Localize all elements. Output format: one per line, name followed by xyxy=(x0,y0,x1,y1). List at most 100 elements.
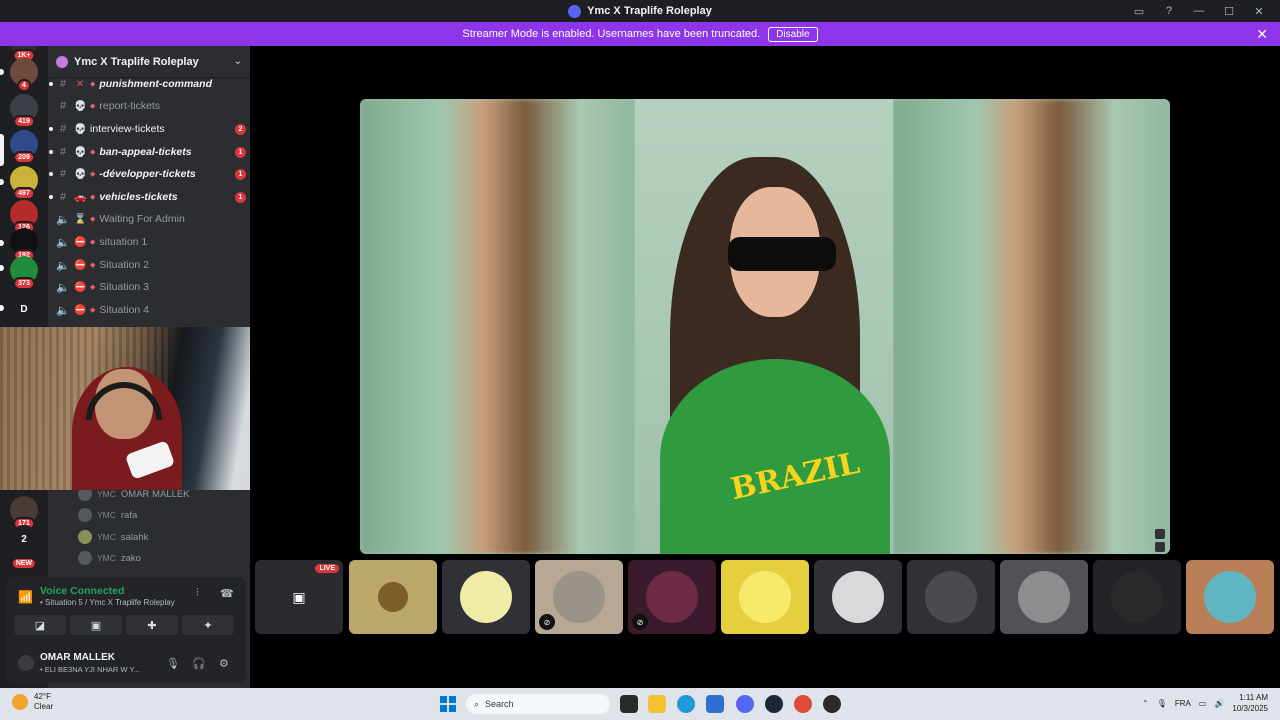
voice-channel-item[interactable]: 🔈 ⛔ ◆ Situation 3 xyxy=(56,277,246,297)
participant-tile[interactable]: ⊘ xyxy=(535,560,623,634)
screen-share-button[interactable]: ▣ xyxy=(70,615,122,635)
minimize-button[interactable]: — xyxy=(1186,0,1212,22)
channel-item[interactable]: # 🚗 ◆ vehicles-tickets 1 xyxy=(49,187,246,207)
help-icon[interactable]: ? xyxy=(1156,0,1182,22)
user-name[interactable]: OMAR MALLEK xyxy=(40,652,115,663)
clock-date: 10/3/2025 xyxy=(1232,704,1268,713)
start-tile xyxy=(440,696,447,703)
participant-tile[interactable] xyxy=(1186,560,1274,634)
mute-mic-icon[interactable]: 🎙 xyxy=(166,657,180,670)
steam-icon[interactable] xyxy=(765,695,783,713)
server-icon[interactable]: 209 xyxy=(10,130,38,164)
voice-channel-path[interactable]: • Situation 5 / Ymc X Traplife Roleplay xyxy=(40,598,175,607)
clock[interactable]: 1:11 AM 10/3/2025 xyxy=(1232,692,1268,714)
channel-emoji: ⛔ xyxy=(74,236,87,248)
participant-tile[interactable] xyxy=(442,560,530,634)
voice-member[interactable]: YMC rafa xyxy=(78,506,137,524)
participant-tile[interactable] xyxy=(349,560,437,634)
participant-tile[interactable] xyxy=(907,560,995,634)
close-banner-icon[interactable]: ✕ xyxy=(1256,26,1268,43)
channel-item[interactable]: # 💀 ◆ report-tickets xyxy=(56,96,246,116)
new-server-button[interactable]: NEW xyxy=(10,554,38,570)
participant-tile[interactable] xyxy=(721,560,809,634)
server-icon[interactable]: 171 xyxy=(10,496,38,530)
taskbar-search[interactable]: ⌕ Search xyxy=(466,694,610,714)
diamond-icon: ◆ xyxy=(90,171,96,178)
avatar xyxy=(925,571,977,623)
activity-button[interactable]: ✚ xyxy=(126,615,178,635)
channel-name: punishment-command xyxy=(99,78,212,90)
weather-widget[interactable]: 42°F Clear xyxy=(12,692,53,712)
server-icon[interactable]: 192 xyxy=(10,228,38,262)
weather-text: 42°F Clear xyxy=(34,692,53,712)
voice-channel-item[interactable]: 🔈 ⛔ ◆ Situation 4 xyxy=(56,300,246,320)
channel-name: situation 1 xyxy=(99,236,148,248)
voice-panel: 📶 Voice Connected • Situation 5 / Ymc X … xyxy=(6,577,246,683)
settings-gear-icon[interactable]: ⚙ xyxy=(219,657,229,670)
server-icon[interactable]: 126 xyxy=(10,200,38,234)
unread-dot xyxy=(49,150,53,154)
participant-tile[interactable]: ⊘ xyxy=(628,560,716,634)
unread-dot xyxy=(49,172,53,176)
hash-icon: # xyxy=(59,78,67,90)
server-icon[interactable]: 373 xyxy=(10,256,38,290)
avatar xyxy=(646,571,698,623)
chevron-up-icon[interactable]: ⌃ xyxy=(1142,699,1149,708)
channel-item[interactable]: # 💀 ◆ ban-appeal-tickets 1 xyxy=(49,142,246,162)
server-folder[interactable]: 419 xyxy=(10,94,38,128)
server-letter-icon[interactable]: 2 xyxy=(10,525,38,553)
soundboard-button[interactable]: ✦ xyxy=(182,615,234,635)
participant-tile[interactable]: ▣ LIVE xyxy=(255,560,343,634)
speaker-icon: 🔈 xyxy=(56,304,70,317)
voice-connected-status[interactable]: Voice Connected xyxy=(40,585,124,597)
disconnect-icon[interactable]: ☎ xyxy=(220,587,234,600)
server-letter-icon[interactable]: D xyxy=(10,295,38,323)
voice-channel-item[interactable]: 🔈 ⛔ ◆ Situation 2 xyxy=(56,255,246,275)
close-window-button[interactable]: ✕ xyxy=(1246,0,1272,22)
file-explorer-icon[interactable] xyxy=(648,695,666,713)
edge-icon[interactable] xyxy=(677,695,695,713)
chevron-down-icon[interactable]: ⌄ xyxy=(234,56,242,67)
diamond-icon: ◆ xyxy=(90,262,96,269)
hash-icon: # xyxy=(59,123,67,135)
microphone-icon[interactable]: 🎙 xyxy=(1157,699,1167,708)
chrome-icon[interactable] xyxy=(794,695,812,713)
disable-streamer-mode-button[interactable]: Disable xyxy=(768,26,818,42)
inbox-icon[interactable]: ▭ xyxy=(1126,0,1152,22)
start-tile xyxy=(440,705,447,712)
camera-button[interactable]: ◪ xyxy=(14,615,66,635)
maximize-button[interactable]: ☐ xyxy=(1216,0,1242,22)
member-tag: YMC xyxy=(97,553,116,563)
obs-icon[interactable] xyxy=(823,695,841,713)
channel-item[interactable]: # 💀 ◆ -développer-tickets 1 xyxy=(49,164,246,184)
volume-icon[interactable] xyxy=(1155,529,1165,539)
voice-channel-item[interactable]: 🔈 ⛔ ◆ situation 1 xyxy=(56,232,246,252)
start-button[interactable] xyxy=(440,696,456,712)
channel-item[interactable]: # 💀 interview-tickets 2 xyxy=(49,119,246,139)
participant-tile[interactable] xyxy=(814,560,902,634)
noise-suppression-icon[interactable]: ⫶ xyxy=(196,587,199,600)
voice-member[interactable]: YMC zako xyxy=(78,549,141,567)
unread-dot xyxy=(49,195,53,199)
language-indicator[interactable]: FRA xyxy=(1175,699,1191,708)
participant-tile[interactable] xyxy=(1093,560,1181,634)
headphones-icon[interactable]: 🎧 xyxy=(192,657,206,670)
network-icon[interactable]: ▭ xyxy=(1199,699,1207,708)
voice-channel-item[interactable]: 🔈 ⌛ ◆ Waiting For Admin xyxy=(56,209,246,229)
channel-item[interactable]: # ✕ ◆ punishment-command xyxy=(49,74,246,94)
participant-tile[interactable] xyxy=(1000,560,1088,634)
avatar xyxy=(78,551,92,565)
gamepad-icon: ✚ xyxy=(147,619,157,632)
volume-icon[interactable]: 🔊 xyxy=(1214,699,1224,708)
video-blur-left xyxy=(360,99,635,554)
task-view-icon[interactable] xyxy=(620,695,638,713)
server-icon[interactable]: 4 xyxy=(10,58,38,92)
fullscreen-icon[interactable] xyxy=(1155,542,1165,552)
store-icon[interactable] xyxy=(706,695,724,713)
server-icon[interactable]: 497 xyxy=(10,166,38,200)
user-avatar[interactable] xyxy=(18,655,34,671)
discord-taskbar-icon[interactable] xyxy=(736,695,754,713)
server-unread-pill xyxy=(0,69,4,75)
voice-member[interactable]: YMC salahk xyxy=(78,528,148,546)
focused-video[interactable]: BRAZIL xyxy=(360,99,1170,554)
